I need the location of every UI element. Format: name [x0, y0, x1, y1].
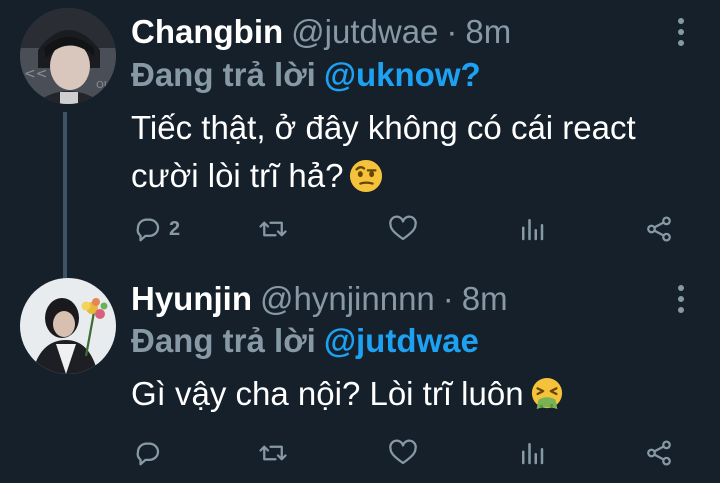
- separator: ·: [442, 280, 454, 317]
- like-button[interactable]: [388, 438, 418, 468]
- svg-text:<<: <<: [24, 66, 47, 82]
- tweet-hyunjin[interactable]: Hyunjin @hynjinnnn · 8m Đang trả lời @jutdwa…: [0, 270, 720, 483]
- retweet-icon: [259, 221, 287, 237]
- tweet-text: Tiếc thật, ở đây không có cái react cười…: [131, 104, 636, 200]
- svg-text:OU: OU: [96, 80, 111, 91]
- analytics-button[interactable]: [517, 438, 547, 468]
- analytics-button[interactable]: [517, 214, 547, 244]
- replying-to: Đang trả lời @uknow?: [131, 55, 481, 95]
- tweet-actions: [0, 436, 720, 476]
- analytics-icon: [522, 219, 544, 241]
- replying-to-label: Đang trả lời: [131, 322, 316, 359]
- replying-to-label: Đang trả lời: [131, 56, 316, 93]
- heart-icon: [389, 215, 417, 241]
- display-name[interactable]: Changbin: [131, 13, 283, 50]
- replying-to: Đang trả lời @jutdwae: [131, 321, 479, 361]
- timestamp[interactable]: 8m: [465, 13, 511, 50]
- mention-link[interactable]: @uknow?: [324, 56, 481, 93]
- timestamp[interactable]: 8m: [462, 280, 508, 317]
- vomiting-emoji-icon: [531, 377, 562, 410]
- reply-button[interactable]: 2: [133, 214, 180, 244]
- tweet-changbin[interactable]: << OU Changbin @jutdwae · 8m Đang trả lời @u…: [0, 0, 720, 270]
- user-handle[interactable]: @hynjinnnn: [260, 280, 435, 317]
- retweet-button[interactable]: [258, 214, 288, 244]
- share-button[interactable]: [644, 214, 674, 244]
- retweet-button[interactable]: [258, 438, 288, 468]
- user-handle[interactable]: @jutdwae: [291, 13, 438, 50]
- tweet-header: Hyunjin @hynjinnnn · 8m: [131, 279, 508, 319]
- tweet-header: Changbin @jutdwae · 8m: [131, 12, 511, 52]
- avatar[interactable]: << OU: [20, 8, 116, 104]
- tweet-actions: 2: [0, 212, 720, 252]
- display-name[interactable]: Hyunjin: [131, 280, 252, 317]
- more-options-icon[interactable]: [672, 285, 690, 313]
- raised-eyebrow-emoji-icon: [350, 159, 383, 193]
- mention-link[interactable]: @jutdwae: [324, 322, 479, 359]
- share-button[interactable]: [644, 438, 674, 468]
- tweet-text: Gì vậy cha nội? Lòi trĩ luôn: [131, 370, 564, 418]
- reply-count: 2: [169, 217, 181, 240]
- share-icon: [647, 440, 671, 466]
- separator: ·: [446, 13, 458, 50]
- more-options-icon[interactable]: [672, 18, 690, 46]
- tweet-text-line: Gì vậy cha nội? Lòi trĩ luôn: [131, 375, 524, 412]
- avatar[interactable]: [20, 278, 116, 374]
- retweet-icon: [259, 445, 287, 461]
- tweet-text-line: cười lòi trĩ hả?: [131, 157, 344, 194]
- reply-button[interactable]: [133, 438, 169, 468]
- reply-icon: [136, 442, 160, 466]
- share-icon: [647, 216, 671, 242]
- heart-icon: [389, 439, 417, 465]
- tweet-text-line: Tiếc thật, ở đây không có cái react: [131, 109, 636, 146]
- like-button[interactable]: [388, 214, 418, 244]
- reply-icon: [136, 218, 160, 242]
- analytics-icon: [522, 443, 544, 465]
